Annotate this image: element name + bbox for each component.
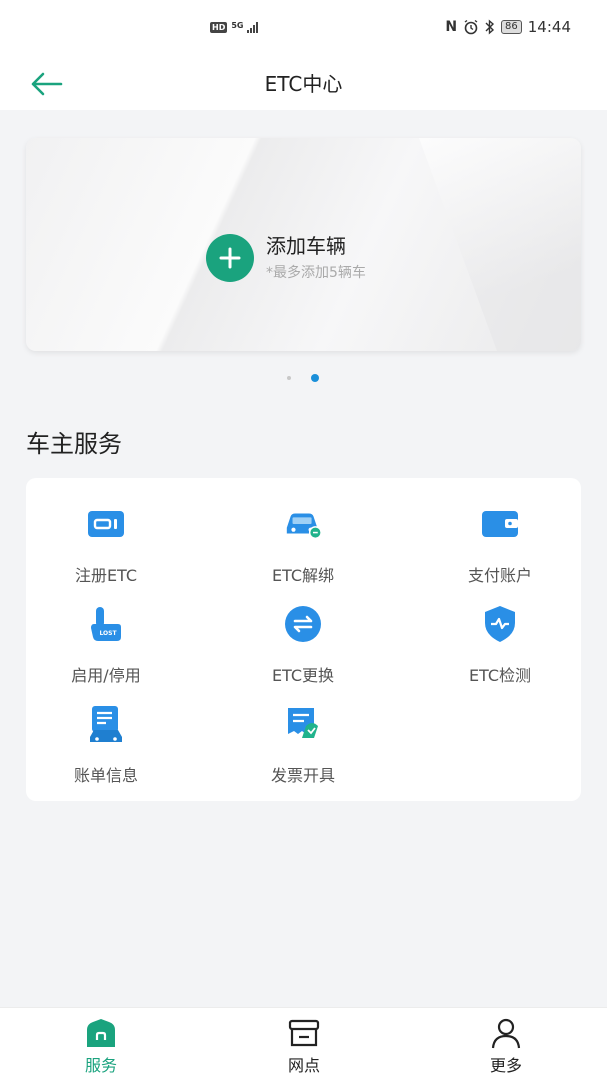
service-payment-account[interactable]: 支付账户: [420, 504, 580, 586]
exchange-icon: [283, 604, 323, 644]
service-label: 账单信息: [73, 766, 138, 785]
store-icon: [244, 1016, 364, 1050]
page-title: ETC中心: [264, 72, 343, 96]
bottom-tab-bar: 服务 网点 更多: [0, 1007, 607, 1080]
tab-label: 更多: [489, 1056, 522, 1075]
service-enable-disable[interactable]: LOST 启用/停用: [26, 604, 186, 686]
add-vehicle-hint: *最多添加5辆车: [266, 265, 366, 281]
hd-badge: HD: [210, 21, 228, 33]
nfc-icon: N: [445, 19, 458, 35]
tab-services[interactable]: 服务: [41, 1016, 161, 1076]
service-label: 支付账户: [467, 566, 532, 585]
status-bar: HD 5G N 86 14:44: [0, 0, 607, 58]
invoice-icon: [283, 704, 323, 744]
home-icon: [41, 1016, 161, 1050]
service-bill-info[interactable]: 账单信息: [26, 704, 186, 786]
user-icon: [446, 1016, 566, 1050]
services-card: 注册ETC ETC解绑 支付账户 LOST 启用/停用 ETC更换 ETC检测: [26, 478, 581, 801]
battery-icon: 86: [501, 20, 522, 34]
hand-lost-icon: LOST: [86, 604, 126, 644]
car-unbind-icon: [283, 504, 323, 544]
service-invoice[interactable]: 发票开具: [223, 704, 383, 786]
wallet-icon: [480, 504, 520, 544]
service-label: ETC解绑: [271, 566, 335, 585]
plus-icon: [206, 234, 254, 282]
alarm-icon: [464, 19, 478, 35]
section-title: 车主服务: [26, 430, 122, 458]
signal-icon: [247, 21, 259, 33]
etc-card-icon: [86, 504, 126, 544]
service-etc-check[interactable]: ETC检测: [420, 604, 580, 686]
svg-text:LOST: LOST: [99, 630, 117, 637]
add-vehicle-button[interactable]: 添加车辆 *最多添加5辆车: [206, 234, 366, 282]
vehicle-card: 添加车辆 *最多添加5辆车: [26, 138, 581, 351]
nav-bar: ETC中心: [0, 58, 607, 110]
tab-outlets[interactable]: 网点: [244, 1016, 364, 1076]
service-label: 启用/停用: [71, 666, 141, 685]
network-type: 5G: [231, 21, 244, 30]
service-etc-unbind[interactable]: ETC解绑: [223, 504, 383, 586]
pager-dot[interactable]: [287, 376, 291, 380]
carousel-pager: [287, 374, 319, 382]
bluetooth-icon: [485, 19, 495, 35]
service-label: ETC检测: [468, 666, 532, 685]
card-decoration: [419, 138, 581, 351]
service-label: 发票开具: [270, 766, 335, 785]
tab-label: 网点: [287, 1056, 320, 1075]
tab-more[interactable]: 更多: [446, 1016, 566, 1076]
service-register-etc[interactable]: 注册ETC: [26, 504, 186, 586]
status-right: N 86 14:44: [445, 18, 571, 36]
clock: 14:44: [527, 18, 571, 36]
network-indicators: HD 5G: [210, 21, 259, 33]
pager-dot-active[interactable]: [311, 374, 319, 382]
add-vehicle-label: 添加车辆: [266, 234, 346, 258]
service-label: ETC更换: [271, 666, 335, 685]
shield-check-icon: [480, 604, 520, 644]
service-etc-replace[interactable]: ETC更换: [223, 604, 383, 686]
bill-car-icon: [86, 704, 126, 744]
service-label: 注册ETC: [74, 566, 138, 585]
tab-label: 服务: [84, 1056, 117, 1075]
